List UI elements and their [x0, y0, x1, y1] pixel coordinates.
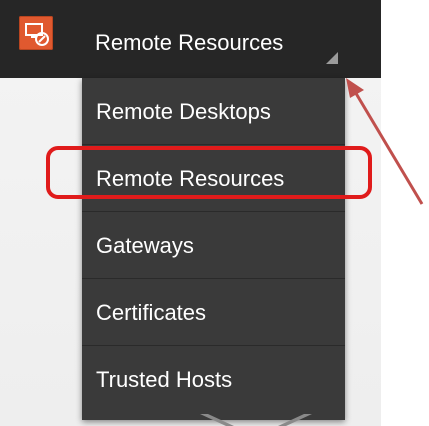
annotation-arrow-icon: [346, 78, 424, 205]
menu-item-remote-desktops[interactable]: Remote Desktops: [82, 78, 345, 145]
action-bar: Remote Resources: [0, 0, 381, 78]
menu-item-label: Remote Resources: [96, 166, 285, 191]
menu-item-label: Certificates: [96, 300, 207, 325]
page-margin: [381, 0, 429, 426]
menu-item-trusted-hosts[interactable]: Trusted Hosts: [82, 346, 345, 413]
navigation-dropdown: Remote Desktops Remote Resources Gateway…: [82, 78, 345, 420]
menu-item-gateways[interactable]: Gateways: [82, 212, 345, 279]
menu-item-label: Trusted Hosts: [96, 367, 233, 392]
background-shape: [200, 414, 312, 426]
menu-item-label: Gateways: [96, 233, 194, 258]
resource-spinner-title[interactable]: Remote Resources: [95, 29, 283, 57]
spinner-dropdown-icon[interactable]: [326, 52, 338, 64]
menu-item-label: Remote Desktops: [96, 99, 271, 124]
remote-desktop-app-icon[interactable]: [19, 16, 53, 50]
menu-item-remote-resources[interactable]: Remote Resources: [82, 145, 345, 212]
menu-item-certificates[interactable]: Certificates: [82, 279, 345, 346]
